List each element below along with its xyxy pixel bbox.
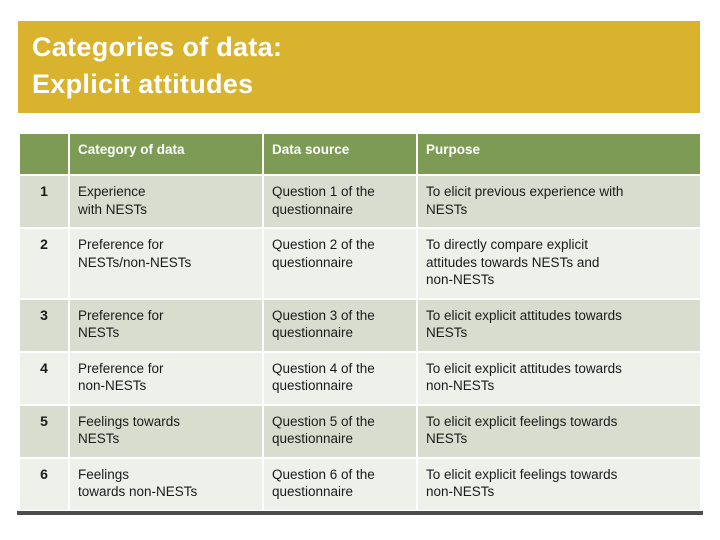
row-source-text: Question 4 of the questionnaire	[272, 360, 375, 394]
row-purpose-text: To elicit explicit attitudes towards non…	[426, 360, 622, 394]
table-row: 6 Feelings towards non-NESTs Question 6 …	[20, 458, 700, 510]
row-source: Question 5 of the questionnaire	[264, 405, 416, 457]
row-source-text: Question 2 of the questionnaire	[272, 237, 375, 270]
row-source-text: Question 5 of the questionnaire	[272, 413, 375, 447]
table-row: 5 Feelings towards NESTs Question 5 of t…	[20, 405, 700, 457]
table-header-row: Category of data Data source Purpose	[20, 134, 700, 174]
row-number: 5	[20, 405, 68, 457]
row-source: Question 3 of the questionnaire	[264, 299, 416, 351]
row-purpose-text: To directly compare explicit attitudes t…	[426, 237, 600, 287]
row-category: Preference for NESTs/non-NESTs	[70, 229, 262, 298]
row-purpose: To elicit explicit feelings towards non-…	[418, 458, 700, 510]
row-purpose-text: To elicit explicit feelings towards NEST…	[426, 413, 618, 447]
slide-title-line-1: Categories of data:	[32, 32, 283, 62]
column-header-number	[20, 134, 68, 174]
row-category-text: Feelings towards non-NESTs	[78, 466, 198, 500]
row-number: 6	[20, 458, 68, 510]
table-header: Category of data Data source Purpose	[20, 134, 700, 174]
row-number: 3	[20, 299, 68, 351]
row-category: Feelings towards non-NESTs	[70, 458, 262, 510]
column-header-purpose: Purpose	[418, 134, 700, 174]
row-source: Question 4 of the questionnaire	[264, 352, 416, 404]
row-category: Experience with NESTs	[70, 176, 262, 227]
row-category-text: Preference for non-NESTs	[78, 360, 164, 394]
row-category-text: Preference for NESTs	[78, 307, 164, 341]
row-purpose-text: To elicit explicit feelings towards non-…	[426, 466, 618, 500]
row-purpose: To elicit explicit feelings towards NEST…	[418, 405, 700, 457]
row-category-text: Preference for NESTs/non-NESTs	[78, 237, 192, 270]
row-purpose: To elicit explicit attitudes towards non…	[418, 352, 700, 404]
categories-of-data-table: Category of data Data source Purpose 1 E…	[18, 132, 702, 512]
table-row: 4 Preference for non-NESTs Question 4 of…	[20, 352, 700, 404]
row-source-text: Question 3 of the questionnaire	[272, 307, 375, 341]
row-category-text: Feelings towards NESTs	[78, 413, 181, 447]
row-category: Preference for NESTs	[70, 299, 262, 351]
column-header-category: Category of data	[70, 134, 262, 174]
row-purpose: To elicit explicit attitudes towards NES…	[418, 299, 700, 351]
table-body: 1 Experience with NESTs Question 1 of th…	[20, 176, 700, 510]
column-header-source: Data source	[264, 134, 416, 174]
row-category-text: Experience with NESTs	[78, 184, 148, 217]
row-number: 1	[20, 176, 68, 227]
row-category: Feelings towards NESTs	[70, 405, 262, 457]
row-source: Question 2 of the questionnaire	[264, 229, 416, 298]
table-row: 3 Preference for NESTs Question 3 of the…	[20, 299, 700, 351]
slide-canvas: Categories of data: Explicit attitudes C…	[0, 0, 720, 540]
row-purpose: To directly compare explicit attitudes t…	[418, 229, 700, 298]
table-row: 2 Preference for NESTs/non-NESTs Questio…	[20, 229, 700, 298]
row-source: Question 6 of the questionnaire	[264, 458, 416, 510]
row-source: Question 1 of the questionnaire	[264, 176, 416, 227]
row-number: 4	[20, 352, 68, 404]
row-purpose-text: To elicit previous experience with NESTs	[426, 184, 624, 217]
row-category: Preference for non-NESTs	[70, 352, 262, 404]
slide-title-line-2: Explicit attitudes	[32, 69, 254, 99]
row-source-text: Question 6 of the questionnaire	[272, 466, 375, 500]
table-row: 1 Experience with NESTs Question 1 of th…	[20, 176, 700, 227]
row-number: 2	[20, 229, 68, 298]
row-purpose-text: To elicit explicit attitudes towards NES…	[426, 307, 622, 341]
footer-divider	[17, 511, 703, 515]
slide-title-banner: Categories of data: Explicit attitudes	[18, 21, 700, 113]
row-purpose: To elicit previous experience with NESTs	[418, 176, 700, 227]
row-source-text: Question 1 of the questionnaire	[272, 184, 375, 217]
